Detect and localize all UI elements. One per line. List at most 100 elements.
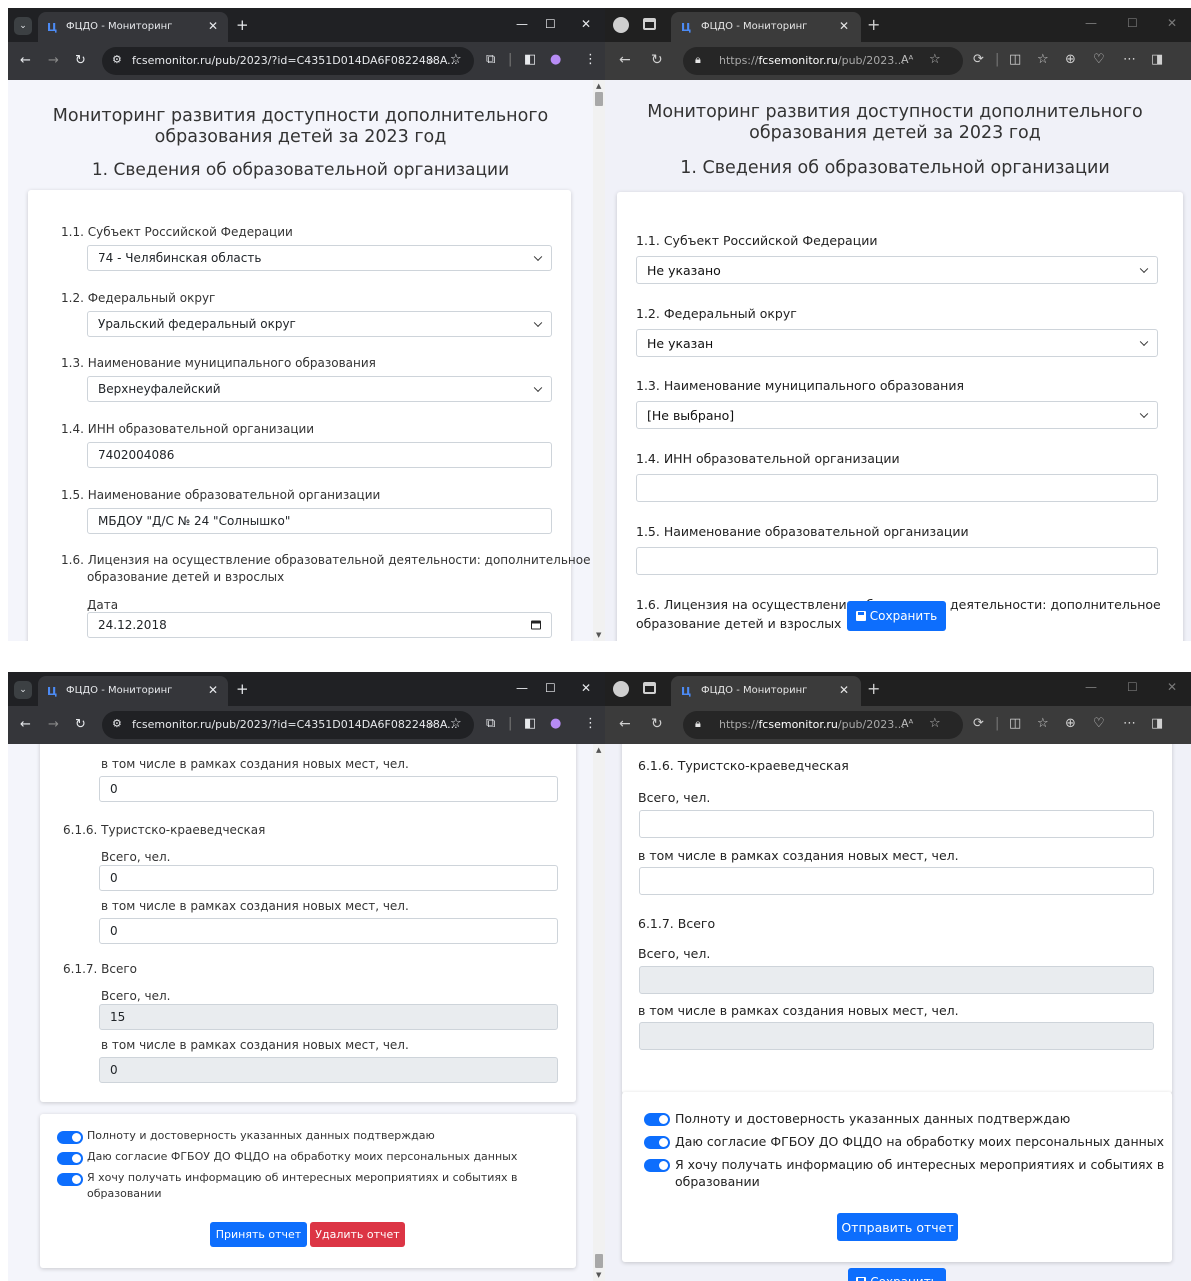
accept-report-button[interactable]: Принять отчет — [210, 1222, 307, 1247]
extensions-icon[interactable]: ⧉ — [486, 716, 495, 731]
scroll-thumb[interactable] — [595, 1254, 603, 1268]
back-icon[interactable]: ← — [619, 716, 631, 732]
profile-icon[interactable] — [613, 17, 629, 33]
maximize-icon[interactable]: ☐ — [1127, 680, 1138, 694]
new-tab-icon[interactable]: + — [236, 680, 249, 698]
side-panel-icon[interactable]: ◧ — [524, 716, 536, 731]
profile-avatar-icon[interactable]: ● — [550, 716, 561, 731]
extensions-icon[interactable]: ⧉ — [486, 52, 495, 67]
scroll-thumb[interactable] — [595, 92, 603, 106]
close-tab-icon[interactable]: ✕ — [839, 683, 849, 697]
bookmark-star-icon[interactable]: ☆ — [450, 716, 462, 731]
scroll-down-icon[interactable]: ▼ — [596, 1271, 601, 1279]
new-tab-icon[interactable]: + — [867, 679, 880, 698]
tourism-new-places-input[interactable] — [639, 867, 1154, 895]
browser-tab[interactable]: Ц ФЦДО - Мониторинг ✕ — [671, 12, 861, 42]
consent-personal-data-toggle[interactable] — [644, 1136, 670, 1149]
address-bar[interactable]: 🔒︎ https://fcsemonitor.ru/pub/2023... Aᴬ… — [683, 711, 963, 739]
federal-district-select[interactable]: Не указан — [636, 329, 1158, 357]
menu-icon[interactable]: ⋮ — [584, 716, 597, 731]
menu-icon[interactable]: ⋮ — [584, 52, 597, 67]
browser-tab[interactable]: Ц ФЦДО - Мониторинг ✕ — [38, 12, 228, 42]
maximize-icon[interactable]: ☐ — [1127, 16, 1138, 30]
favorite-star-icon[interactable]: ☆ — [929, 52, 941, 67]
inn-input[interactable] — [636, 474, 1158, 502]
split-screen-icon[interactable]: ◫ — [1009, 52, 1021, 67]
consent-newsletter-toggle[interactable] — [644, 1159, 670, 1172]
municipality-select[interactable]: Верхнеуфалейский — [87, 376, 552, 402]
tab-actions-icon[interactable] — [643, 18, 656, 30]
inn-input[interactable]: 7402004086 — [87, 442, 552, 468]
scroll-down-icon[interactable]: ▼ — [596, 631, 601, 639]
tourism-total-input[interactable] — [639, 810, 1154, 838]
close-window-icon[interactable]: ✕ — [581, 681, 591, 695]
maximize-icon[interactable]: ☐ — [545, 681, 556, 695]
tab-actions-icon[interactable] — [643, 682, 656, 694]
browser-tab[interactable]: Ц ФЦДО - Мониторинг ✕ — [38, 676, 228, 706]
scrollbar[interactable]: ▲ ▼ — [593, 744, 605, 1281]
minimize-icon[interactable]: — — [1085, 680, 1097, 694]
consent-accuracy-toggle[interactable] — [57, 1131, 83, 1144]
back-icon[interactable]: ← — [619, 52, 631, 68]
extensions-icon[interactable]: ⟳ — [973, 716, 984, 731]
subject-select[interactable]: 74 - Челябинская область — [87, 245, 552, 271]
new-tab-icon[interactable]: + — [236, 16, 249, 34]
address-bar[interactable]: 🔒︎ https://fcsemonitor.ru/pub/2023... Aᴬ… — [683, 47, 963, 75]
back-icon[interactable]: ← — [20, 53, 31, 68]
reload-icon[interactable]: ↻ — [651, 52, 663, 68]
forward-icon[interactable]: → — [48, 53, 59, 68]
site-info-icon[interactable]: ⚙ — [112, 53, 122, 66]
maximize-icon[interactable]: ☐ — [545, 17, 556, 31]
minimize-icon[interactable]: — — [1085, 16, 1097, 30]
save-button[interactable]: Сохранить — [847, 601, 946, 631]
reload-icon[interactable]: ↻ — [75, 717, 86, 732]
forward-icon[interactable]: → — [48, 717, 59, 732]
minimize-icon[interactable]: — — [516, 17, 528, 31]
close-window-icon[interactable]: ✕ — [581, 17, 591, 31]
scroll-up-icon[interactable]: ▲ — [596, 82, 601, 90]
favorites-icon[interactable]: ☆ — [1037, 52, 1049, 67]
extensions-icon[interactable]: ⟳ — [973, 52, 984, 67]
browser-tab[interactable]: Ц ФЦДО - Мониторинг ✕ — [671, 676, 861, 706]
reload-icon[interactable]: ↻ — [75, 53, 86, 68]
consent-newsletter-toggle[interactable] — [57, 1173, 83, 1186]
consent-personal-data-toggle[interactable] — [57, 1152, 83, 1165]
zoom-icon[interactable]: ⌕ — [428, 717, 435, 732]
address-bar[interactable]: ⚙ fcsemonitor.ru/pub/2023/?id=C4351D014D… — [102, 47, 474, 75]
side-panel-icon[interactable]: ◧ — [524, 52, 536, 67]
license-date-input[interactable]: 24.12.2018 — [87, 612, 552, 638]
address-bar[interactable]: ⚙ fcsemonitor.ru/pub/2023/?id=C4351D014D… — [102, 711, 474, 739]
collections-icon[interactable]: ⊕ — [1065, 52, 1076, 67]
read-aloud-icon[interactable]: Aᴬ — [901, 53, 913, 66]
send-report-button[interactable]: Отправить отчет — [837, 1213, 958, 1241]
health-icon[interactable]: ♡ — [1093, 52, 1105, 67]
calendar-icon[interactable] — [531, 620, 541, 630]
subject-select[interactable]: Не указано — [636, 256, 1158, 284]
zoom-icon[interactable]: ⌕ — [428, 53, 435, 68]
back-icon[interactable]: ← — [20, 717, 31, 732]
bookmark-star-icon[interactable]: ☆ — [450, 52, 462, 67]
favorite-star-icon[interactable]: ☆ — [929, 716, 941, 731]
save-button[interactable]: Сохранить — [848, 1268, 946, 1281]
profile-avatar-icon[interactable]: ● — [550, 52, 561, 67]
reload-icon[interactable]: ↻ — [651, 716, 663, 732]
delete-report-button[interactable]: Удалить отчет — [310, 1222, 405, 1247]
close-tab-icon[interactable]: ✕ — [208, 683, 218, 697]
tab-search-icon[interactable]: ⌄ — [14, 17, 32, 35]
profile-icon[interactable] — [613, 681, 629, 697]
new-places-prev-input[interactable]: 0 — [99, 776, 558, 802]
close-tab-icon[interactable]: ✕ — [839, 19, 849, 33]
health-icon[interactable]: ♡ — [1093, 716, 1105, 731]
split-screen-icon[interactable]: ◫ — [1009, 716, 1021, 731]
more-icon[interactable]: ⋯ — [1123, 716, 1136, 731]
scroll-up-icon[interactable]: ▲ — [596, 746, 601, 754]
read-aloud-icon[interactable]: Aᴬ — [901, 717, 913, 730]
org-name-input[interactable]: МБДОУ "Д/С № 24 "Солнышко" — [87, 508, 552, 534]
tab-search-icon[interactable]: ⌄ — [14, 681, 32, 699]
minimize-icon[interactable]: — — [516, 681, 528, 695]
copilot-icon[interactable]: ◨ — [1151, 716, 1163, 731]
consent-accuracy-toggle[interactable] — [644, 1113, 670, 1126]
municipality-select[interactable]: [Не выбрано] — [636, 401, 1158, 429]
federal-district-select[interactable]: Уральский федеральный округ — [87, 311, 552, 337]
tourism-new-places-input[interactable]: 0 — [99, 918, 558, 944]
